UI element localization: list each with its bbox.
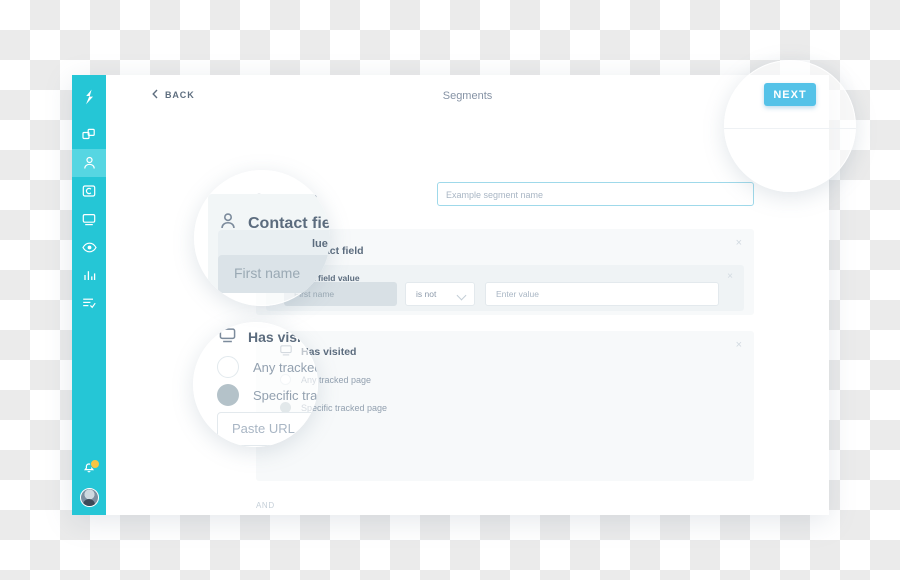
page-title: Segments	[442, 90, 493, 102]
bar-chart-icon	[83, 269, 96, 281]
avatar[interactable]	[79, 488, 99, 507]
person-icon	[83, 156, 96, 170]
sidebar-item-tasks[interactable]	[72, 289, 106, 317]
chevron-down-icon	[456, 290, 467, 301]
layers-copy-icon	[82, 128, 96, 142]
sidebar-item-contacts[interactable]	[72, 149, 106, 177]
radio-any-tracked-page[interactable]: Any tracked page	[280, 374, 371, 385]
monitor-icon	[82, 213, 96, 226]
operator-select[interactable]: is not	[405, 282, 475, 306]
sidebar-item-logo[interactable]	[72, 81, 106, 113]
radio-label: Any tracked page	[301, 374, 372, 385]
app-header: BACK Segments	[106, 75, 829, 120]
checklist-icon	[82, 297, 96, 309]
card-title-label: Contact field	[300, 244, 364, 257]
card-close-button[interactable]: ×	[736, 340, 742, 351]
segment-name-input[interactable]: Example segment name	[437, 182, 754, 206]
operator-value: is not	[416, 289, 437, 299]
app-window: BACK Segments Segment name Example segme…	[72, 75, 829, 515]
sidebar-item-messages[interactable]	[72, 177, 106, 205]
lightning-logo-icon	[83, 89, 96, 105]
monitor-icon	[280, 345, 292, 359]
radio-label: Specific tracked page	[301, 402, 388, 413]
rule-row-contact-field-value: Contact field value × First name is not …	[266, 265, 744, 311]
eye-icon	[81, 242, 97, 253]
sidebar-item-site[interactable]	[72, 205, 106, 233]
radio-button	[280, 402, 291, 413]
card-title-contact-field: Contact field	[280, 243, 364, 258]
value-input[interactable]: Enter value	[485, 282, 719, 306]
sidebar-item-tracking[interactable]	[72, 233, 106, 261]
chat-box-icon	[82, 184, 96, 198]
content-area: Segment name Example segment name Contac…	[106, 119, 829, 515]
sidebar	[72, 75, 106, 515]
rule-card-contact-field: Contact field × Contact field value × Fi…	[256, 229, 754, 315]
person-icon	[280, 243, 291, 258]
radio-button	[280, 374, 291, 385]
connector-and: AND	[256, 501, 275, 510]
card-close-button[interactable]: ×	[736, 238, 742, 249]
sidebar-item-campaigns[interactable]	[72, 121, 106, 149]
sidebar-item-notifications[interactable]	[72, 455, 106, 483]
segment-name-label: Segment name	[256, 192, 318, 202]
radio-specific-tracked-page[interactable]: Specific tracked page	[280, 402, 387, 413]
row-close-button[interactable]: ×	[727, 272, 733, 282]
contact-field-select[interactable]: First name	[284, 282, 397, 306]
notification-badge	[90, 459, 100, 469]
card-title-label: Has visited	[301, 346, 357, 358]
sidebar-bottom-group	[72, 455, 106, 507]
rule-card-has-visited: Has visited × Any tracked page Specific …	[256, 331, 754, 481]
sidebar-item-reports[interactable]	[72, 261, 106, 289]
card-title-has-visited: Has visited	[280, 345, 356, 359]
